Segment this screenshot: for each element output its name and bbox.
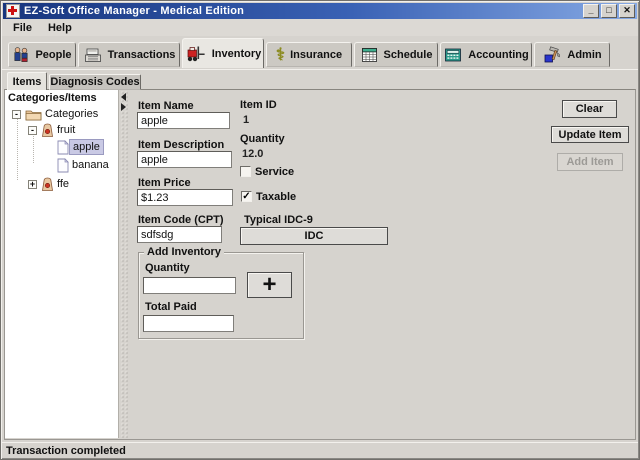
taxable-checkbox[interactable]: ✓: [241, 191, 252, 202]
tree-node-fruit: - fruit: [28, 122, 78, 138]
item-price-input[interactable]: [137, 189, 233, 206]
total-paid-input[interactable]: [143, 315, 234, 332]
tree-node-banana: banana: [57, 157, 112, 173]
item-description-label: Item Description: [138, 139, 225, 151]
tab-admin-label: Admin: [567, 48, 602, 61]
collapse-handle-icon[interactable]: -: [12, 109, 21, 119]
item-price-label: Item Price: [138, 177, 191, 189]
add-quantity-input[interactable]: [143, 277, 236, 294]
quantity-label: Quantity: [240, 133, 285, 145]
collapse-handle-icon[interactable]: -: [28, 125, 37, 135]
maximize-button[interactable]: □: [601, 4, 617, 18]
category-bag-icon: [42, 177, 53, 191]
tab-people[interactable]: People: [8, 42, 76, 67]
add-item-button[interactable]: Add Item: [557, 153, 623, 171]
service-label: Service: [255, 166, 295, 178]
tools-icon: [544, 46, 561, 63]
clear-button[interactable]: Clear: [562, 100, 617, 118]
service-checkbox[interactable]: [240, 166, 251, 177]
calendar-icon: [361, 47, 377, 62]
close-button[interactable]: ✕: [619, 4, 635, 18]
window-title: EZ-Soft Office Manager - Medical Edition: [24, 5, 245, 17]
add-inventory-title: Add Inventory: [144, 246, 224, 258]
app-window: EZ-Soft Office Manager - Medical Edition…: [0, 0, 640, 460]
category-bag-icon: [42, 123, 53, 137]
taxable-label: Taxable: [256, 191, 297, 203]
add-inventory-plus-button[interactable]: +: [247, 272, 292, 298]
split-pane-divider[interactable]: [120, 90, 129, 438]
add-quantity-label: Quantity: [145, 262, 190, 274]
item-page-icon: [57, 157, 69, 172]
cash-register-icon: [84, 48, 101, 62]
menu-help[interactable]: Help: [41, 21, 79, 35]
tab-accounting-label: Accounting: [468, 48, 529, 61]
expand-handle-icon[interactable]: +: [28, 179, 37, 189]
tree-node-apple-label[interactable]: apple: [69, 139, 104, 155]
tab-inventory[interactable]: Inventory: [182, 38, 264, 68]
item-id-value: 1: [243, 114, 250, 126]
tree-node-banana-label[interactable]: banana: [69, 158, 112, 172]
item-code-label: Item Code (CPT): [138, 214, 224, 226]
tree-node-categories: - Categories: [12, 106, 101, 122]
people-icon: [14, 46, 28, 62]
subtab-items[interactable]: Items: [7, 72, 47, 90]
tab-insurance[interactable]: ⚕ Insurance: [266, 42, 352, 67]
expand-right-icon[interactable]: [121, 103, 126, 111]
tab-schedule-label: Schedule: [383, 48, 433, 61]
tab-accounting[interactable]: Accounting: [440, 42, 532, 67]
menu-file[interactable]: File: [6, 21, 39, 35]
tree-connector-line: [17, 118, 18, 180]
tree-header: Categories/Items: [8, 92, 97, 104]
app-red-cross-icon: [6, 4, 20, 18]
tab-transactions-label: Transactions: [107, 48, 176, 61]
caduceus-icon: ⚕: [275, 45, 286, 64]
tab-insurance-label: Insurance: [290, 48, 343, 61]
folder-icon: [25, 110, 42, 120]
tree-node-apple: apple: [57, 139, 104, 155]
quantity-value: 12.0: [242, 148, 264, 160]
forklift-icon: [187, 46, 205, 61]
item-code-input[interactable]: [137, 226, 222, 243]
title-bar: EZ-Soft Office Manager - Medical Edition…: [3, 3, 637, 19]
subtab-diagnosis-codes[interactable]: Diagnosis Codes: [49, 74, 141, 90]
subtab-items-label: Items: [12, 75, 42, 88]
tree-node-ffe-label[interactable]: ffe: [54, 177, 72, 191]
window-controls: _ □ ✕: [583, 4, 635, 18]
calculator-icon: [445, 48, 462, 61]
minimize-button[interactable]: _: [583, 4, 599, 18]
tree-node-categories-label[interactable]: Categories: [42, 107, 101, 121]
tab-transactions[interactable]: Transactions: [78, 42, 180, 67]
item-id-label: Item ID: [240, 99, 277, 111]
status-bar: Transaction completed: [2, 442, 638, 458]
tab-schedule[interactable]: Schedule: [354, 42, 438, 67]
tab-people-label: People: [35, 48, 72, 61]
tree-node-ffe: + ffe: [28, 176, 72, 192]
collapse-left-icon[interactable]: [121, 93, 126, 101]
update-item-button[interactable]: Update Item: [551, 126, 629, 143]
item-page-icon: [57, 139, 69, 154]
status-message: Transaction completed: [6, 444, 126, 457]
total-paid-label: Total Paid: [145, 301, 197, 313]
subtab-diagnosis-codes-label: Diagnosis Codes: [50, 76, 140, 88]
typical-idc-label: Typical IDC-9: [244, 214, 313, 226]
tab-admin[interactable]: Admin: [534, 42, 610, 67]
item-name-input[interactable]: [137, 112, 230, 129]
item-description-input[interactable]: [137, 151, 232, 168]
menu-bar: File Help: [2, 19, 638, 36]
item-name-label: Item Name: [138, 100, 194, 112]
tree-node-fruit-label[interactable]: fruit: [54, 123, 78, 137]
idc-button[interactable]: IDC: [240, 227, 388, 245]
tab-inventory-label: Inventory: [211, 47, 262, 60]
